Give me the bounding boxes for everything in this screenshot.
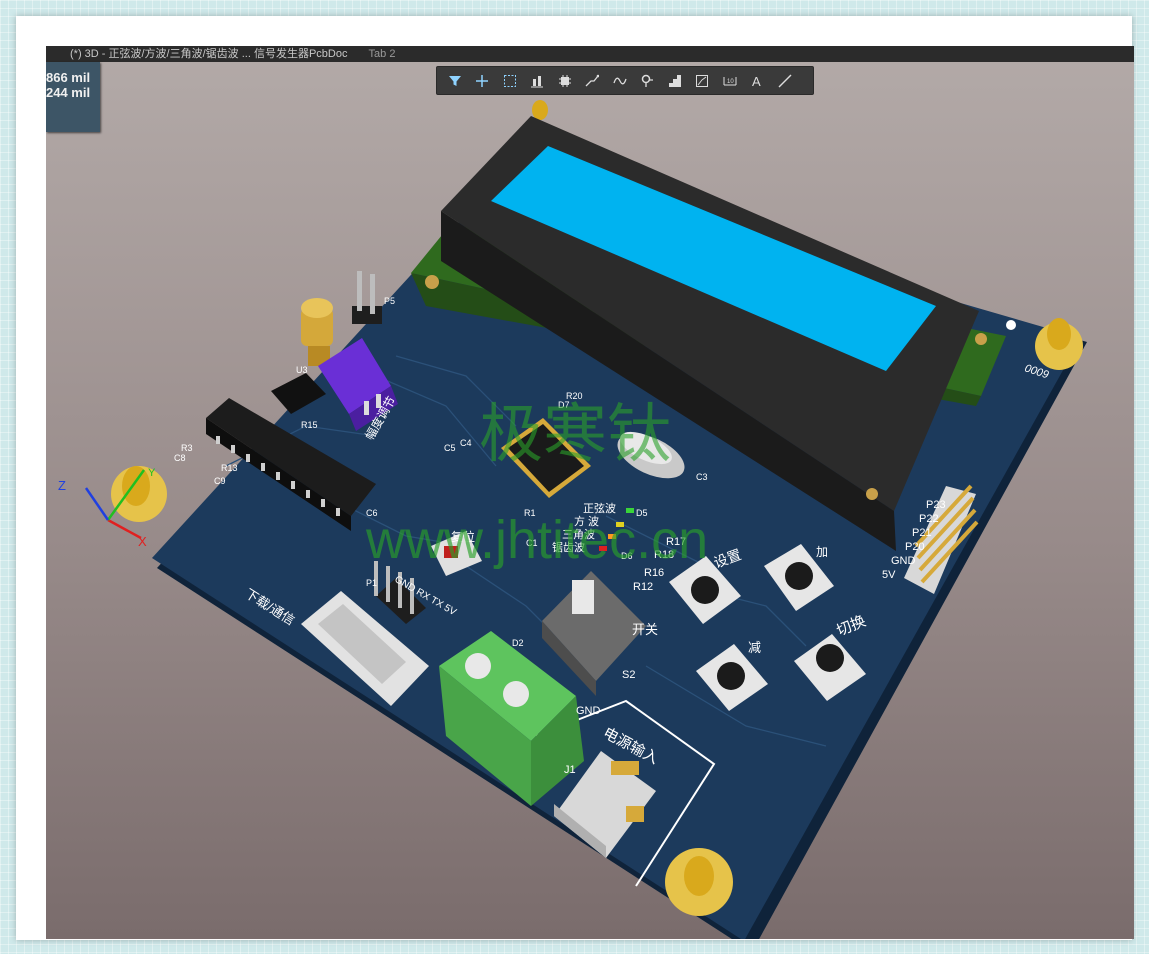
label-c9: C9 (214, 476, 226, 486)
label-r12: R12 (633, 581, 653, 593)
label-c4: C4 (460, 438, 472, 448)
label-p5: P5 (384, 296, 395, 306)
label-gnd-hdr: GND (891, 555, 916, 567)
mounting-hole-tl (111, 466, 167, 522)
watermark-url: www.jhtitec.cn (365, 510, 708, 570)
pcb-3d-model[interactable]: 0009 P5 幅度调节 U3 R15 R3 C8 R13 C9 C6 R20 … (46, 46, 1134, 939)
label-s2: S2 (622, 669, 635, 681)
label-j1: J1 (564, 764, 576, 776)
mounting-hole-tr (1035, 318, 1083, 370)
label-gnd: GND (576, 705, 601, 717)
label-r3: R3 (181, 443, 193, 453)
label-p22: P22 (919, 513, 939, 525)
label-c8: C8 (174, 453, 186, 463)
label-5v-hdr: 5V (882, 569, 896, 581)
label-u3: U3 (296, 365, 308, 375)
mounting-hole-top (532, 100, 548, 120)
label-power-switch: 开关 (632, 622, 658, 637)
mounting-hole-br (665, 848, 733, 916)
axis-label-z: Z (58, 478, 66, 493)
label-c5: C5 (444, 443, 456, 453)
label-p20: P20 (905, 541, 925, 553)
label-r13: R13 (221, 463, 238, 473)
axis-label-x: X (138, 534, 147, 549)
label-p1: P1 (366, 578, 377, 588)
label-d2: D2 (512, 638, 524, 648)
label-p21: P21 (912, 527, 932, 539)
label-sub: 减 (748, 640, 761, 655)
window-frame: (*) 3D - 正弦波/方波/三角波/锯齿波 ... 信号发生器PcbDoc … (16, 16, 1134, 940)
label-r15: R15 (301, 420, 318, 430)
label-c3: C3 (696, 472, 708, 482)
header-p5 (352, 271, 382, 324)
axis-label-y: Y (148, 467, 156, 479)
sma-connector (301, 298, 333, 366)
label-p23: P23 (926, 499, 946, 511)
label-add: 加 (816, 545, 828, 559)
watermark-cn: 极寒钛 (479, 398, 671, 470)
3d-viewport[interactable]: (*) 3D - 正弦波/方波/三角波/锯齿波 ... 信号发生器PcbDoc … (46, 46, 1134, 939)
